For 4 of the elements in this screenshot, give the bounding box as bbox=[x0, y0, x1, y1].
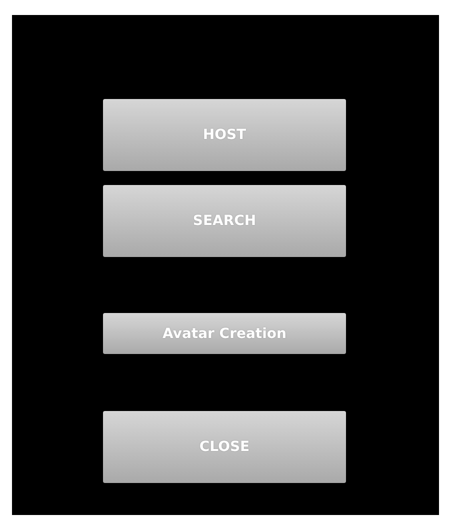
menu-button[interactable]: SEARCH bbox=[103, 185, 346, 257]
menu-button[interactable]: CLOSE bbox=[103, 411, 346, 483]
menu-button[interactable]: Avatar Creation bbox=[103, 313, 346, 354]
menu-button[interactable]: HOST bbox=[103, 99, 346, 171]
